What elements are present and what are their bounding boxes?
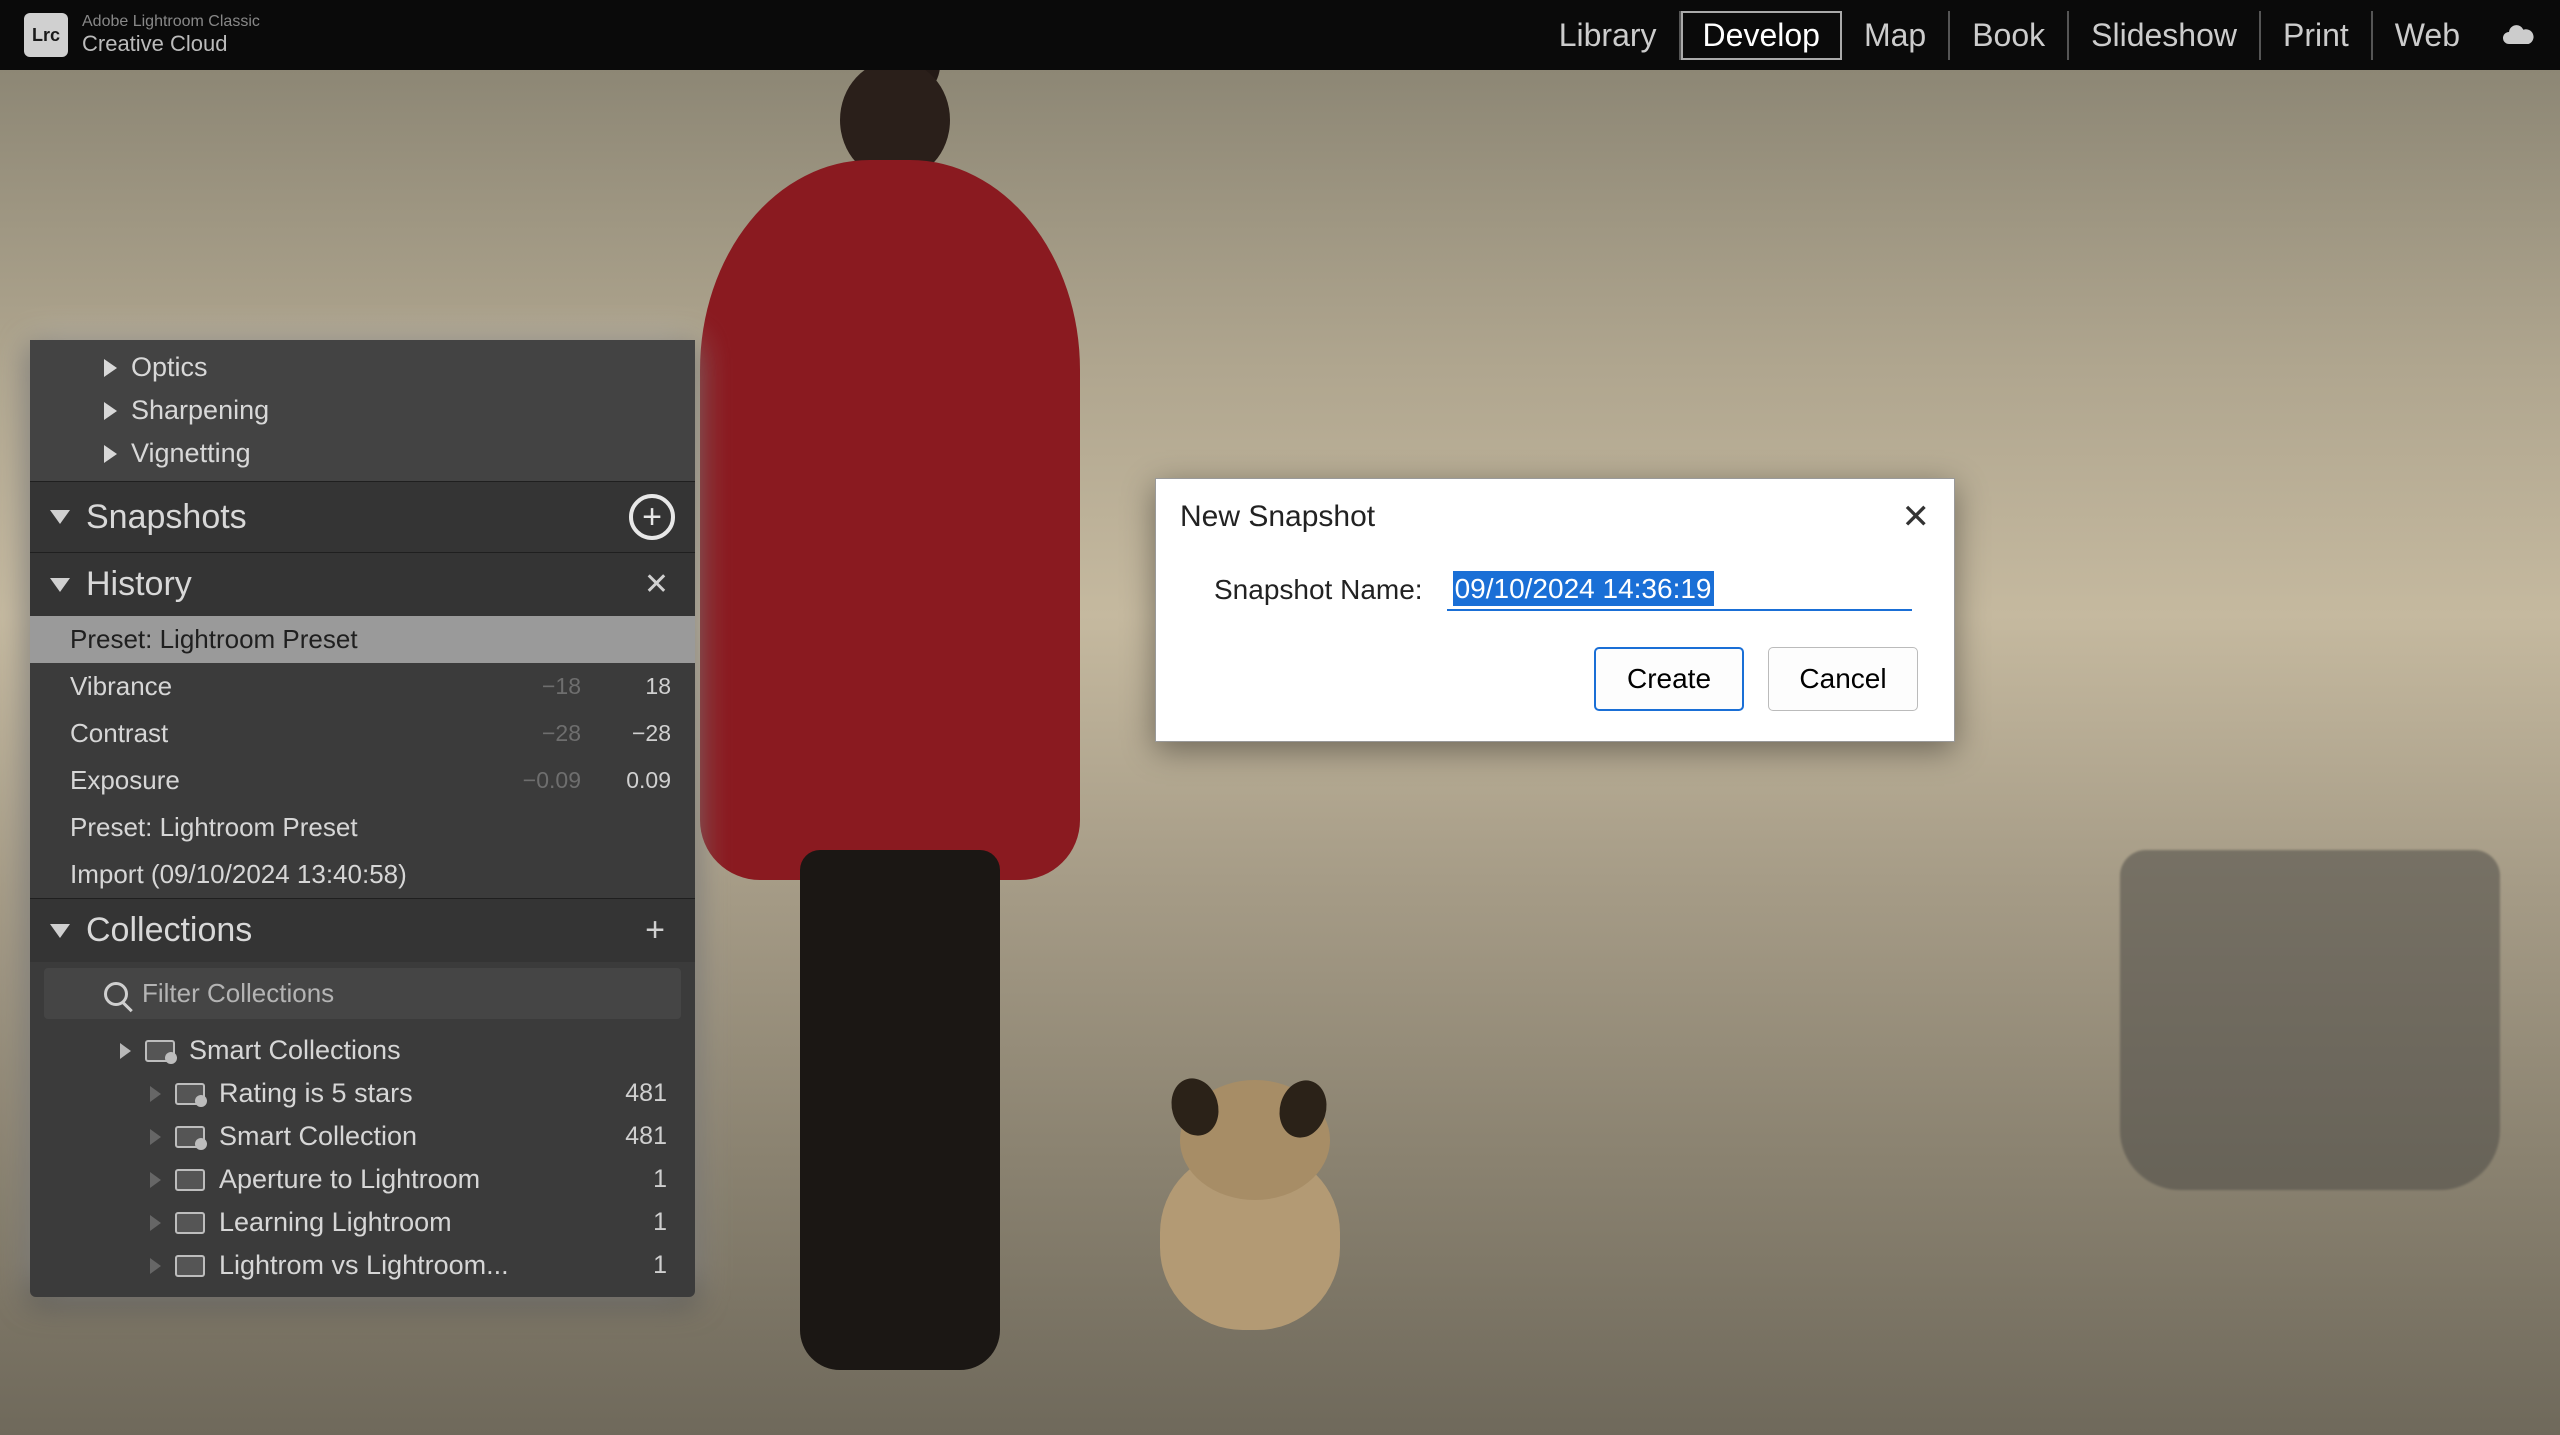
collection-count: 1 xyxy=(653,1165,667,1194)
collections-list: Smart CollectionsRating is 5 stars481Sma… xyxy=(30,1025,695,1297)
app-title: Adobe Lightroom Classic Creative Cloud xyxy=(82,12,260,58)
add-snapshot-button[interactable]: + xyxy=(629,494,675,540)
collection-name: Smart Collection xyxy=(219,1121,611,1152)
snapshots-header[interactable]: Snapshots + xyxy=(30,482,695,552)
collection-count: 1 xyxy=(653,1251,667,1280)
new-snapshot-dialog: New Snapshot ✕ Snapshot Name: 09/10/2024… xyxy=(1155,478,1955,742)
module-library[interactable]: Library xyxy=(1537,11,1681,60)
history-label: Exposure xyxy=(70,765,491,796)
collection-icon xyxy=(175,1212,205,1234)
history-prev-value: −0.09 xyxy=(491,767,581,794)
app-title-line1: Adobe Lightroom Classic xyxy=(82,12,260,31)
history-item[interactable]: Contrast−28−28 xyxy=(30,710,695,757)
history-label: Preset: Lightroom Preset xyxy=(70,812,491,843)
history-label: Import (09/10/2024 13:40:58) xyxy=(70,859,491,890)
chevron-down-icon xyxy=(50,924,70,938)
chevron-down-icon xyxy=(50,578,70,592)
collection-icon xyxy=(175,1169,205,1191)
collection-icon xyxy=(145,1040,175,1062)
module-web[interactable]: Web xyxy=(2373,11,2482,60)
chevron-down-icon xyxy=(50,510,70,524)
history-item[interactable]: Vibrance−1818 xyxy=(30,663,695,710)
history-list: Preset: Lightroom PresetVibrance−1818Con… xyxy=(30,616,695,898)
left-panel: Optics Sharpening Vignetting Snapshots + H… xyxy=(30,340,695,1297)
module-slideshow[interactable]: Slideshow xyxy=(2069,11,2261,60)
app-icon: Lrc xyxy=(24,13,68,57)
chevron-right-icon xyxy=(120,1043,131,1059)
module-develop[interactable]: Develop xyxy=(1681,11,1842,60)
chevron-right-icon xyxy=(104,359,117,377)
history-item[interactable]: Exposure−0.090.09 xyxy=(30,757,695,804)
collection-count: 481 xyxy=(625,1079,667,1108)
snapshot-name-label: Snapshot Name: xyxy=(1214,574,1423,606)
module-book[interactable]: Book xyxy=(1950,11,2069,60)
history-header[interactable]: History ✕ xyxy=(30,553,695,616)
photo-subject-dog xyxy=(1130,1060,1370,1380)
collection-icon xyxy=(175,1126,205,1148)
search-icon xyxy=(104,982,128,1006)
collection-item[interactable]: Aperture to Lightroom 1 xyxy=(30,1158,695,1201)
filter-placeholder: Filter Collections xyxy=(142,978,334,1009)
filter-collections-input[interactable]: Filter Collections xyxy=(44,968,681,1019)
collection-name: Lightrom vs Lightroom... xyxy=(219,1250,639,1281)
module-picker: LibraryDevelopMapBookSlideshowPrintWeb xyxy=(1537,11,2536,60)
cloud-sync-icon[interactable] xyxy=(2500,17,2536,53)
collection-name: Rating is 5 stars xyxy=(219,1078,611,1109)
collection-name: Smart Collections xyxy=(189,1035,653,1066)
history-item[interactable]: Import (09/10/2024 13:40:58) xyxy=(30,851,695,898)
collection-name: Aperture to Lightroom xyxy=(219,1164,639,1195)
chevron-right-icon xyxy=(150,1258,161,1274)
collection-item[interactable]: Smart Collections xyxy=(30,1029,695,1072)
cancel-button[interactable]: Cancel xyxy=(1768,647,1918,711)
collection-count: 1 xyxy=(653,1208,667,1237)
module-map[interactable]: Map xyxy=(1842,11,1950,60)
history-new-value: −28 xyxy=(581,720,671,747)
collections-title: Collections xyxy=(86,911,639,950)
photo-subject-person xyxy=(700,70,1080,1380)
history-prev-value: −28 xyxy=(491,720,581,747)
collection-icon xyxy=(175,1255,205,1277)
subpanel-sharpening[interactable]: Sharpening xyxy=(30,389,695,432)
history-new-value: 0.09 xyxy=(581,767,671,794)
history-label: Contrast xyxy=(70,718,491,749)
history-prev-value: −18 xyxy=(491,673,581,700)
collections-header[interactable]: Collections + xyxy=(30,899,695,962)
subpanel-label: Vignetting xyxy=(131,438,251,469)
chevron-right-icon xyxy=(104,402,117,420)
collection-item[interactable]: Lightrom vs Lightroom... 1 xyxy=(30,1244,695,1287)
history-new-value: 18 xyxy=(581,673,671,700)
top-bar: Lrc Adobe Lightroom Classic Creative Clo… xyxy=(0,0,2560,70)
chevron-right-icon xyxy=(150,1172,161,1188)
history-item[interactable]: Preset: Lightroom Preset xyxy=(30,616,695,663)
develop-subpanel-list: Optics Sharpening Vignetting xyxy=(30,340,695,482)
chevron-right-icon xyxy=(150,1215,161,1231)
subpanel-label: Sharpening xyxy=(131,395,269,426)
history-label: Vibrance xyxy=(70,671,491,702)
app-title-line2: Creative Cloud xyxy=(82,31,260,57)
chevron-right-icon xyxy=(150,1086,161,1102)
chevron-right-icon xyxy=(104,445,117,463)
subpanel-optics[interactable]: Optics xyxy=(30,346,695,389)
create-button[interactable]: Create xyxy=(1594,647,1744,711)
close-icon[interactable]: ✕ xyxy=(1902,497,1931,537)
history-item[interactable]: Preset: Lightroom Preset xyxy=(30,804,695,851)
snapshots-title: Snapshots xyxy=(86,498,629,537)
subpanel-vignetting[interactable]: Vignetting xyxy=(30,432,695,475)
add-collection-button[interactable]: + xyxy=(639,911,671,950)
history-label: Preset: Lightroom Preset xyxy=(70,624,491,655)
collection-item[interactable]: Rating is 5 stars 481 xyxy=(30,1072,695,1115)
snapshot-name-input[interactable]: 09/10/2024 14:36:19 xyxy=(1447,569,1912,611)
clear-history-button[interactable]: ✕ xyxy=(638,567,675,602)
dialog-title: New Snapshot xyxy=(1180,500,1902,534)
collection-name: Learning Lightroom xyxy=(219,1207,639,1238)
collection-item[interactable]: Smart Collection 481 xyxy=(30,1115,695,1158)
collection-icon xyxy=(175,1083,205,1105)
module-print[interactable]: Print xyxy=(2261,11,2373,60)
photo-background-car xyxy=(2120,850,2500,1190)
collection-item[interactable]: Learning Lightroom 1 xyxy=(30,1201,695,1244)
subpanel-label: Optics xyxy=(131,352,208,383)
collection-count: 481 xyxy=(625,1122,667,1151)
history-title: History xyxy=(86,565,638,604)
chevron-right-icon xyxy=(150,1129,161,1145)
